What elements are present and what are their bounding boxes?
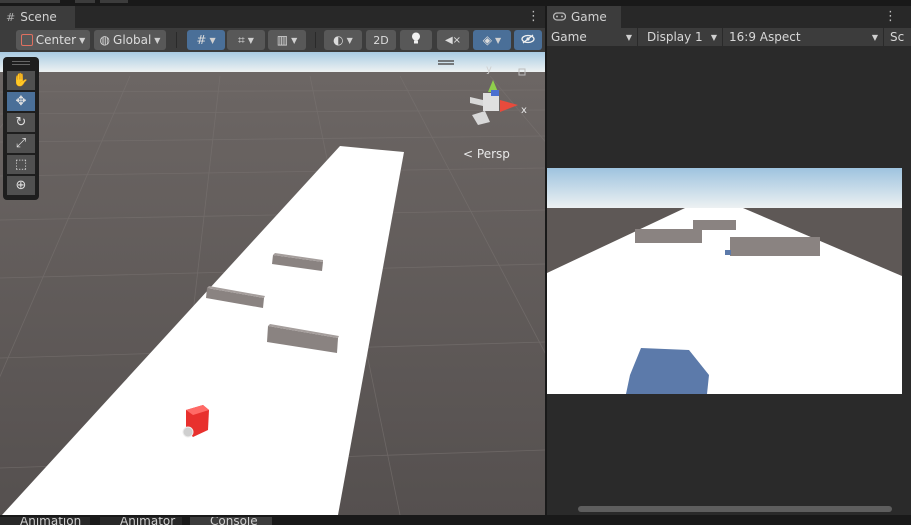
rotate-icon: ↻ bbox=[15, 115, 27, 130]
scale-slider[interactable]: Sc bbox=[886, 28, 911, 46]
game-marker bbox=[725, 250, 731, 255]
space-dropdown[interactable]: ◍ Global ▼ bbox=[94, 30, 166, 50]
tab-animator-label: Animator bbox=[120, 517, 176, 525]
hash-icon: # bbox=[6, 10, 16, 24]
tab-scene[interactable]: # Scene bbox=[0, 6, 75, 28]
lighting-button[interactable] bbox=[400, 30, 432, 50]
palette-handle[interactable] bbox=[12, 61, 30, 62]
rect-tool-button[interactable]: ⬚ bbox=[7, 155, 35, 174]
speaker-muted-icon: ◀× bbox=[444, 34, 462, 46]
scene-sky bbox=[0, 52, 545, 72]
tab-console[interactable]: Console bbox=[190, 517, 272, 525]
scale-icon: ⤢ bbox=[15, 136, 27, 151]
axis-y-label: y bbox=[486, 64, 492, 75]
projection-toggle[interactable]: < Persp bbox=[463, 147, 510, 161]
top-tab-2[interactable] bbox=[75, 0, 95, 3]
mode-2d-label: 2D bbox=[373, 33, 389, 47]
scene-tab-label: Scene bbox=[20, 10, 57, 24]
grid-snap-button[interactable]: # ▼ bbox=[187, 30, 225, 50]
game-menu-icon[interactable]: ⋮ bbox=[884, 10, 897, 24]
hand-icon: ✋ bbox=[12, 73, 30, 88]
hand-tool-button[interactable]: ✋ bbox=[7, 71, 35, 90]
transform-icon: ⊕ bbox=[15, 178, 27, 193]
display-label: Display 1 bbox=[647, 30, 703, 44]
move-arrows-icon: ✥ bbox=[15, 94, 27, 109]
audio-button[interactable]: ◀× bbox=[437, 30, 469, 50]
game-horizontal-scrollbar[interactable] bbox=[578, 506, 892, 512]
increment-snap-button[interactable]: ⌗ ▼ bbox=[227, 30, 265, 50]
chevron-down-icon: ▼ bbox=[209, 35, 216, 45]
shading-sphere-icon: ◐ bbox=[333, 33, 344, 47]
rect-transform-icon: ⬚ bbox=[14, 157, 28, 172]
pivot-label: Center bbox=[35, 33, 77, 47]
tool-palette: ✋ ✥ ↻ ⤢ ⬚ ⊕ bbox=[3, 57, 39, 200]
game-mode-dropdown[interactable]: Game ▼ bbox=[547, 28, 638, 46]
chevron-down-icon: ▼ bbox=[625, 32, 632, 42]
scene-viewport[interactable]: y x bbox=[0, 52, 545, 515]
toggle-2d-button[interactable]: 2D bbox=[366, 30, 396, 50]
game-sky bbox=[547, 168, 902, 208]
scene-canvas: y x bbox=[0, 52, 545, 515]
top-tab-3[interactable] bbox=[100, 0, 128, 3]
chevron-down-icon: ▼ bbox=[154, 35, 161, 45]
draw-mode-button[interactable]: ◐ ▼ bbox=[324, 30, 362, 50]
aspect-dropdown[interactable]: 16:9 Aspect ▼ bbox=[725, 28, 884, 46]
top-tab-1[interactable] bbox=[0, 0, 60, 3]
rotate-tool-button[interactable]: ↻ bbox=[7, 113, 35, 132]
chevron-down-icon: ▼ bbox=[495, 35, 502, 45]
gamepad-icon bbox=[552, 11, 567, 24]
scene-visibility-button[interactable] bbox=[514, 30, 542, 50]
display-dropdown[interactable]: Display 1 ▼ bbox=[640, 28, 723, 46]
tab-animator[interactable]: Animator bbox=[100, 517, 182, 525]
scale-label: Sc bbox=[890, 30, 905, 44]
game-mode-label: Game bbox=[551, 30, 587, 44]
persp-icon: < bbox=[463, 147, 474, 161]
chevron-down-icon: ▼ bbox=[291, 35, 298, 45]
chevron-down-icon: ▼ bbox=[346, 35, 353, 45]
scene-menu-icon[interactable]: ⋮ bbox=[527, 10, 540, 24]
grid-visibility-icon: ▥ bbox=[276, 33, 289, 47]
chevron-down-icon: ▼ bbox=[710, 32, 717, 42]
game-tab-label: Game bbox=[571, 10, 607, 24]
projection-label: Persp bbox=[476, 147, 510, 161]
toolbar-separator bbox=[315, 32, 316, 48]
axis-x-label: x bbox=[521, 105, 527, 116]
globe-icon: ◍ bbox=[99, 33, 111, 47]
pivot-dropdown[interactable]: Center ▼ bbox=[16, 30, 90, 50]
game-toolbar: Game ▼ Display 1 ▼ 16:9 Aspect ▼ Sc bbox=[547, 28, 911, 46]
chevron-down-icon: ▼ bbox=[871, 32, 878, 42]
game-obstacle bbox=[635, 229, 702, 243]
tab-console-label: Console bbox=[210, 517, 258, 525]
chevron-down-icon: ▼ bbox=[247, 35, 254, 45]
grid-snap-icon: # bbox=[196, 33, 207, 47]
game-obstacle bbox=[693, 220, 736, 230]
game-tab-bar: Game ⋮ bbox=[547, 6, 911, 28]
toolbar-separator bbox=[176, 32, 177, 48]
scene-tab-bar: # Scene ⋮ bbox=[0, 6, 545, 28]
game-canvas bbox=[547, 168, 902, 394]
palette-handle-line bbox=[12, 64, 30, 65]
pivot-icon bbox=[20, 34, 33, 46]
grid-visibility-button[interactable]: ▥ ▼ bbox=[268, 30, 306, 50]
space-label: Global bbox=[113, 33, 152, 47]
move-tool-button[interactable]: ✥ bbox=[7, 92, 35, 111]
tab-animation[interactable]: Animation bbox=[0, 517, 90, 525]
increment-snap-icon: ⌗ bbox=[238, 32, 245, 47]
game-obstacle bbox=[730, 237, 820, 256]
scene-toolbar: Center ▼ ◍ Global ▼ # ▼ ⌗ ▼ ▥ ▼ ◐ ▼ 2D ◀… bbox=[0, 28, 545, 52]
tab-animation-label: Animation bbox=[20, 517, 82, 525]
effects-button[interactable]: ◈ ▼ bbox=[473, 30, 511, 50]
tab-game[interactable]: Game bbox=[547, 6, 621, 28]
aspect-label: 16:9 Aspect bbox=[729, 30, 801, 44]
layers-icon: ◈ bbox=[482, 33, 493, 47]
lightbulb-icon bbox=[411, 32, 421, 48]
chevron-down-icon: ▼ bbox=[79, 35, 86, 45]
scale-tool-button[interactable]: ⤢ bbox=[7, 134, 35, 153]
game-viewport[interactable] bbox=[547, 168, 902, 394]
transform-tool-button[interactable]: ⊕ bbox=[7, 176, 35, 195]
eye-slash-icon bbox=[521, 33, 535, 47]
